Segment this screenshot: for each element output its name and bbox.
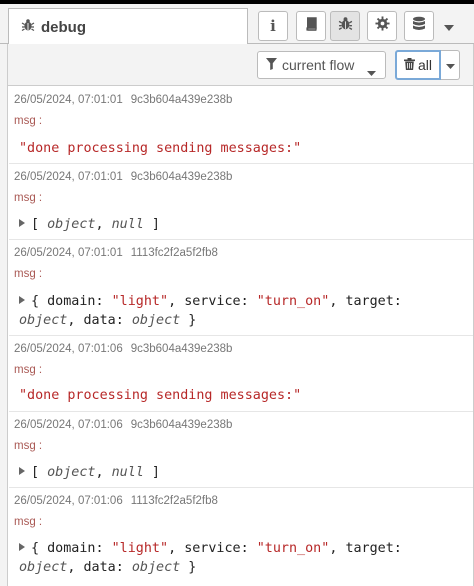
clear-button-group: all: [395, 50, 460, 80]
debug-message: 26/05/2024, 07:01:01 1113fc2f2a5f2fb8 msg…: [9, 240, 474, 336]
message-timestamp: 26/05/2024, 07:01:06: [14, 343, 123, 355]
clear-options-dropdown[interactable]: [441, 50, 460, 80]
message-timestamp: 26/05/2024, 07:01:06: [14, 495, 123, 507]
debug-message: 26/05/2024, 07:01:06 9c3b604a439e238b msg…: [9, 336, 474, 412]
config-button[interactable]: [367, 11, 397, 41]
message-payload[interactable]: { domain: "light", service: "turn_on", t…: [19, 539, 402, 558]
message-topic-label: msg :: [14, 268, 43, 280]
filter-label: current flow: [282, 57, 355, 73]
message-meta: 26/05/2024, 07:01:01 9c3b604a439e238b: [14, 171, 232, 183]
message-topic-label: msg :: [14, 440, 43, 452]
debug-message: 26/05/2024, 07:01:01 9c3b604a439e238b msg…: [9, 164, 474, 240]
database-icon: [412, 16, 426, 37]
help-button[interactable]: [296, 11, 326, 41]
info-button[interactable]: i: [258, 11, 288, 41]
message-payload[interactable]: [ object, null ]: [19, 463, 160, 482]
message-topic-label: msg :: [14, 115, 43, 127]
expand-arrow-icon[interactable]: [19, 296, 25, 304]
book-icon: [304, 16, 318, 36]
caret-down-icon: [367, 63, 376, 79]
message-meta: 26/05/2024, 07:01:06 9c3b604a439e238b: [14, 419, 232, 431]
message-payload: "done processing sending messages:": [19, 388, 302, 403]
message-node-id[interactable]: 9c3b604a439e238b: [131, 419, 233, 431]
tab-debug[interactable]: debug: [8, 8, 248, 45]
message-payload-continued: object, data: object }: [19, 560, 197, 575]
bug-icon: [21, 18, 35, 37]
debug-message: 26/05/2024, 07:01:06 9c3b604a439e238b msg…: [9, 412, 474, 488]
message-timestamp: 26/05/2024, 07:01:01: [14, 171, 123, 183]
message-node-id[interactable]: 9c3b604a439e238b: [131, 343, 233, 355]
clear-all-button[interactable]: all: [395, 50, 441, 80]
message-node-id[interactable]: 1113fc2f2a5f2fb8: [131, 247, 218, 259]
bug-icon: [338, 16, 353, 36]
message-timestamp: 26/05/2024, 07:01:06: [14, 419, 123, 431]
message-payload-continued: object, data: object }: [19, 313, 197, 328]
gear-icon: [374, 16, 390, 36]
message-topic-label: msg :: [14, 192, 43, 204]
trash-icon: [403, 57, 415, 73]
expand-arrow-icon[interactable]: [19, 467, 25, 475]
message-node-id[interactable]: 9c3b604a439e238b: [131, 94, 233, 106]
debug-toolbar: current flow all: [8, 44, 474, 86]
message-payload[interactable]: [ object, null ]: [19, 215, 160, 234]
message-meta: 26/05/2024, 07:01:06 1113fc2f2a5f2fb8: [14, 495, 218, 507]
expand-arrow-icon[interactable]: [19, 543, 25, 551]
debug-message: 26/05/2024, 07:01:01 9c3b604a439e238b msg…: [9, 87, 474, 164]
tab-bar: debug i: [0, 4, 474, 45]
message-topic-label: msg :: [14, 364, 43, 376]
debug-message: 26/05/2024, 07:01:06 1113fc2f2a5f2fb8 msg…: [9, 488, 474, 586]
message-payload: "done processing sending messages:": [19, 141, 302, 156]
clear-label: all: [417, 57, 432, 73]
message-timestamp: 26/05/2024, 07:01:01: [14, 94, 123, 106]
message-meta: 26/05/2024, 07:01:06 9c3b604a439e238b: [14, 343, 232, 355]
message-topic-label: msg :: [14, 516, 43, 528]
debug-button[interactable]: [330, 11, 360, 41]
message-payload[interactable]: { domain: "light", service: "turn_on", t…: [19, 292, 402, 311]
debug-message-list[interactable]: 26/05/2024, 07:01:01 9c3b604a439e238b msg…: [9, 87, 474, 586]
chevron-down-icon: [444, 18, 454, 36]
message-timestamp: 26/05/2024, 07:01:01: [14, 247, 123, 259]
context-data-button[interactable]: [404, 11, 434, 41]
message-meta: 26/05/2024, 07:01:01 1113fc2f2a5f2fb8: [14, 247, 218, 259]
filter-icon: [266, 57, 277, 73]
message-node-id[interactable]: 9c3b604a439e238b: [131, 171, 233, 183]
filter-dropdown-button[interactable]: current flow: [257, 51, 386, 79]
tab-title: debug: [41, 18, 86, 36]
caret-down-icon: [445, 56, 455, 74]
expand-arrow-icon[interactable]: [19, 219, 25, 227]
sidebar-menu-toggle[interactable]: [438, 16, 460, 38]
info-icon: i: [270, 17, 276, 35]
sidebar-gutter: [0, 44, 8, 586]
message-node-id[interactable]: 1113fc2f2a5f2fb8: [131, 495, 218, 507]
message-meta: 26/05/2024, 07:01:01 9c3b604a439e238b: [14, 94, 232, 106]
